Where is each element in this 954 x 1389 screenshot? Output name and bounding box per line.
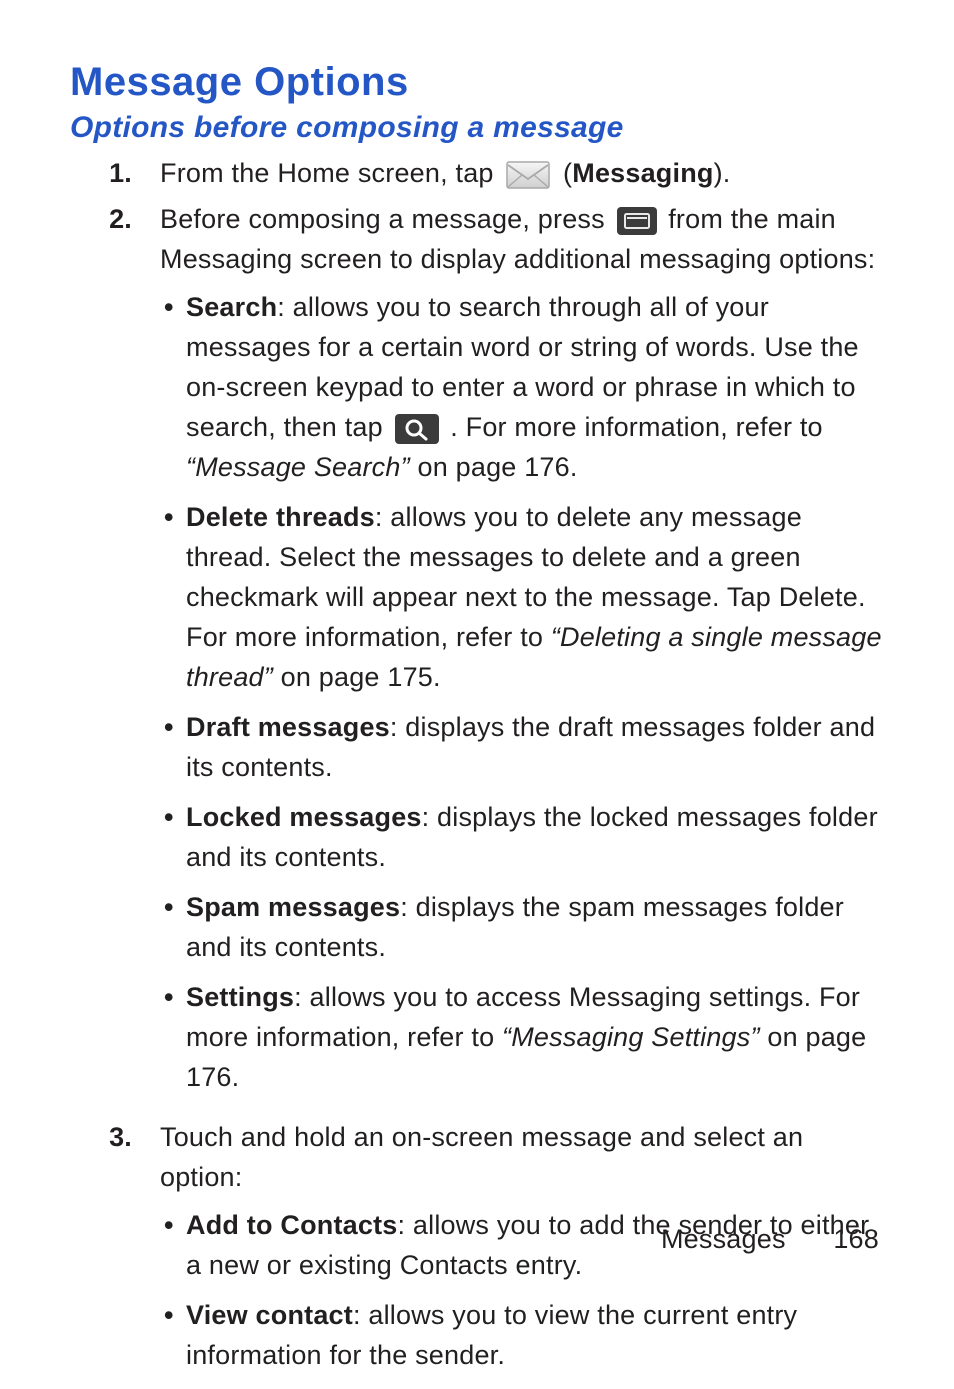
page-ref: on page 176.	[410, 452, 578, 482]
option-list: Search: allows you to search through all…	[160, 287, 884, 1107]
step-number: 1.	[70, 153, 160, 193]
envelope-icon	[505, 160, 551, 190]
term: Draft messages	[186, 712, 390, 742]
subsection-title: Options before composing a message	[70, 111, 884, 145]
term: Add to Contacts	[186, 1210, 398, 1240]
text: . For more information, refer to	[443, 412, 823, 442]
term: Settings	[186, 982, 294, 1012]
bullet-spam-messages: Spam messages: displays the spam message…	[186, 887, 884, 977]
term: View contact	[186, 1300, 353, 1330]
text: (	[563, 158, 572, 188]
bullet-delete-threads: Delete threads: allows you to delete any…	[186, 497, 884, 707]
manual-page: Message Options Options before composing…	[0, 0, 954, 1295]
cross-ref: “Messaging Settings”	[502, 1022, 760, 1052]
page-ref: on page 175.	[273, 662, 441, 692]
term: Delete threads	[186, 502, 375, 532]
footer-page-number: 168	[833, 1224, 879, 1254]
magnifier-icon	[395, 414, 439, 444]
step-2: 2. Before composing a message, press fro…	[70, 199, 884, 1111]
cross-ref: “Message Search”	[186, 452, 410, 482]
page-footer: Messages 168	[661, 1224, 879, 1255]
bullet-draft-messages: Draft messages: displays the draft messa…	[186, 707, 884, 797]
footer-section-label: Messages	[661, 1224, 826, 1254]
menu-icon	[617, 207, 657, 235]
bullet-settings: Settings: allows you to access Messaging…	[186, 977, 884, 1107]
term: Locked messages	[186, 802, 422, 832]
text: Before composing a message, press	[160, 204, 613, 234]
step-1: 1. From the Home screen, tap	[70, 153, 884, 193]
step-body: Before composing a message, press from t…	[160, 199, 884, 1111]
bullet-search: Search: allows you to search through all…	[186, 287, 884, 497]
step-body: From the Home screen, tap (Messaging).	[160, 153, 884, 193]
app-name: Messaging	[572, 158, 713, 188]
bullet-locked-messages: Locked messages: displays the locked mes…	[186, 797, 884, 887]
text: Touch and hold an on-screen message and …	[160, 1122, 803, 1192]
step-number: 2.	[70, 199, 160, 1111]
text: From the Home screen, tap	[160, 158, 501, 188]
bullet-view-contact: View contact: allows you to view the cur…	[186, 1295, 884, 1385]
section-title: Message Options	[70, 60, 884, 105]
step-number: 3.	[70, 1117, 160, 1389]
text: ).	[714, 158, 731, 188]
term: Search	[186, 292, 277, 322]
term: Spam messages	[186, 892, 400, 922]
